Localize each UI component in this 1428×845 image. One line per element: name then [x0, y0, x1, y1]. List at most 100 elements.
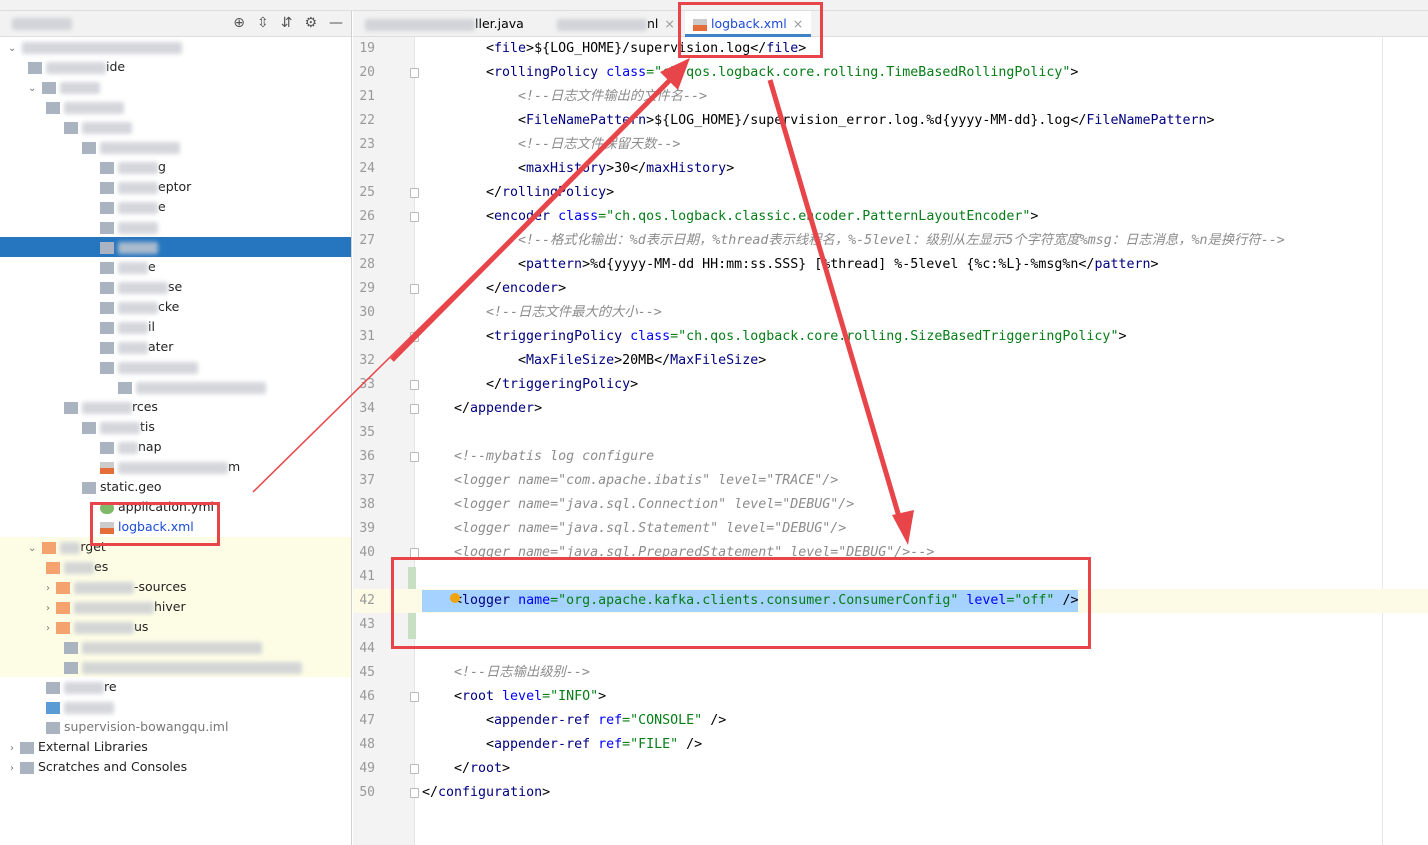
tree-item[interactable]: il — [0, 317, 351, 337]
code-line[interactable]: 20 <rollingPolicy class="ch.qos.logback.c… — [353, 61, 1428, 85]
tree-item[interactable]: re — [0, 677, 351, 697]
tree-item[interactable]: es — [0, 557, 351, 577]
fold-toggle-icon[interactable] — [410, 452, 419, 462]
folder-icon — [100, 441, 114, 454]
panel-tool-icon[interactable]: ⊕ — [233, 15, 245, 31]
tree-item[interactable]: e — [0, 257, 351, 277]
tree-item[interactable]: › -sources — [0, 577, 351, 597]
code-line[interactable]: 37 <logger name="com.apache.ibatis" level… — [353, 469, 1428, 493]
fold-toggle-icon[interactable] — [410, 380, 419, 390]
tree-root[interactable]: ⌄ — [0, 37, 351, 57]
code-line[interactable]: 35 — [353, 421, 1428, 445]
tree-item[interactable]: rces — [0, 397, 351, 417]
code-token: <!--日志文件保留天数--> — [518, 137, 681, 152]
tree-item[interactable]: › External Libraries — [0, 737, 351, 757]
fold-toggle-icon[interactable] — [410, 284, 419, 294]
tree-item[interactable]: nap — [0, 437, 351, 457]
chevron-icon[interactable]: › — [10, 763, 14, 774]
code-line[interactable]: 46 <root level="INFO"> — [353, 685, 1428, 709]
chevron-icon[interactable]: › — [10, 743, 14, 754]
code-line[interactable]: 38 <logger name="java.sql.Connection" lev… — [353, 493, 1428, 517]
tree-item[interactable]: tis — [0, 417, 351, 437]
panel-tool-icon[interactable]: ⚙ — [304, 15, 317, 31]
code-line[interactable]: 50 </configuration> — [353, 781, 1428, 805]
tree-item[interactable] — [0, 697, 351, 717]
tree-item[interactable]: › Scratches and Consoles — [0, 757, 351, 777]
code-token: > — [726, 161, 735, 176]
fold-toggle-icon[interactable] — [410, 212, 419, 222]
chevron-icon[interactable]: › — [46, 583, 50, 594]
fold-toggle-icon[interactable] — [410, 788, 419, 798]
tree-item[interactable]: ide — [0, 57, 351, 77]
fold-toggle-icon[interactable] — [410, 692, 419, 702]
code-token: class — [558, 209, 599, 224]
code-line[interactable]: 32 <MaxFileSize>20MB</MaxFileSize> — [353, 349, 1428, 373]
tree-item[interactable] — [0, 637, 351, 657]
project-view-selector[interactable] — [12, 18, 72, 30]
code-line[interactable]: 49 </root> — [353, 757, 1428, 781]
code-line[interactable]: 21 <!--日志文件输出的文件名--> — [353, 85, 1428, 109]
panel-tool-icon[interactable]: ⇳ — [257, 15, 269, 31]
tree-item[interactable] — [0, 137, 351, 157]
code-line[interactable]: 33 </triggeringPolicy> — [353, 373, 1428, 397]
tree-item[interactable]: ater — [0, 337, 351, 357]
tree-item[interactable]: supervision-bowangqu.iml — [0, 717, 351, 737]
code-line[interactable]: 27 <!--格式化输出：%d表示日期，%thread表示线程名，%-5level… — [353, 229, 1428, 253]
code-line[interactable]: 19 <file>${LOG_HOME}/supervision.log</fil… — [353, 37, 1428, 61]
code-line[interactable]: 47 <appender-ref ref="CONSOLE" /> — [353, 709, 1428, 733]
tree-item[interactable]: cke — [0, 297, 351, 317]
code-line[interactable]: 34 </appender> — [353, 397, 1428, 421]
fold-toggle-icon[interactable] — [410, 68, 419, 78]
code-line[interactable]: 24 <maxHistory>30</maxHistory> — [353, 157, 1428, 181]
close-icon[interactable]: × — [664, 16, 674, 31]
annotation-box-code — [391, 557, 1091, 649]
tree-item[interactable]: m — [0, 457, 351, 477]
code-line[interactable]: 36 <!--mybatis log configure — [353, 445, 1428, 469]
fold-toggle-icon[interactable] — [410, 188, 419, 198]
tree-item[interactable]: g — [0, 157, 351, 177]
code-line[interactable]: 30 <!--日志文件最大的大小--> — [353, 301, 1428, 325]
code-token: triggeringPolicy — [494, 329, 631, 344]
tree-item[interactable] — [0, 97, 351, 117]
tree-item[interactable]: se — [0, 277, 351, 297]
code-line[interactable]: 23 <!--日志文件保留天数--> — [353, 133, 1428, 157]
chevron-icon[interactable]: › — [46, 623, 50, 634]
tree-item[interactable] — [0, 357, 351, 377]
panel-tool-icon[interactable]: ⇵ — [281, 15, 293, 31]
fold-toggle-icon[interactable] — [410, 404, 419, 414]
fold-toggle-icon[interactable] — [410, 764, 419, 774]
code-token: FileNamePattern — [526, 113, 647, 128]
code-line[interactable]: 25 </rollingPolicy> — [353, 181, 1428, 205]
code-line[interactable]: 45 <!--日志输出级别--> — [353, 661, 1428, 685]
tree-item[interactable]: e — [0, 197, 351, 217]
redacted-text — [60, 541, 81, 554]
tree-item[interactable] — [0, 377, 351, 397]
tree-item[interactable]: static.geo — [0, 477, 351, 497]
tree-item[interactable]: ⌄ — [0, 77, 351, 97]
tree-item[interactable] — [0, 657, 351, 677]
tree-item[interactable] — [0, 217, 351, 237]
tab-java-file[interactable]: ller.java — [357, 11, 532, 37]
code-token: class — [630, 329, 671, 344]
tree-item[interactable] — [0, 117, 351, 137]
tab-yml-file[interactable]: nl × — [549, 11, 683, 37]
code-line[interactable]: 29 </encoder> — [353, 277, 1428, 301]
tree-item[interactable] — [0, 237, 351, 257]
code-editor[interactable]: 19 <file>${LOG_HOME}/supervision.log</fil… — [353, 37, 1428, 845]
tree-item[interactable]: eptor — [0, 177, 351, 197]
code-token: /> — [710, 713, 727, 728]
code-line[interactable]: 39 <logger name="java.sql.Statement" leve… — [353, 517, 1428, 541]
code-line[interactable]: 28 <pattern>%d{yyyy-MM-dd HH:mm:ss.SSS} [… — [353, 253, 1428, 277]
panel-tool-icon[interactable]: — — [329, 15, 343, 31]
tree-item[interactable]: › us — [0, 617, 351, 637]
chevron-icon[interactable]: › — [46, 603, 50, 614]
code-line[interactable]: 48 <appender-ref ref="FILE" /> — [353, 733, 1428, 757]
code-line[interactable]: 31 <triggeringPolicy class="ch.qos.logbac… — [353, 325, 1428, 349]
chevron-icon[interactable]: ⌄ — [28, 83, 36, 94]
chevron-icon[interactable]: ⌄ — [28, 543, 36, 554]
intention-bulb-icon[interactable] — [450, 593, 460, 603]
code-line[interactable]: 26 <encoder class="ch.qos.logback.classic… — [353, 205, 1428, 229]
code-line[interactable]: 22 <FileNamePattern>${LOG_HOME}/supervisi… — [353, 109, 1428, 133]
tree-item[interactable]: › hiver — [0, 597, 351, 617]
fold-toggle-icon[interactable] — [410, 332, 419, 342]
